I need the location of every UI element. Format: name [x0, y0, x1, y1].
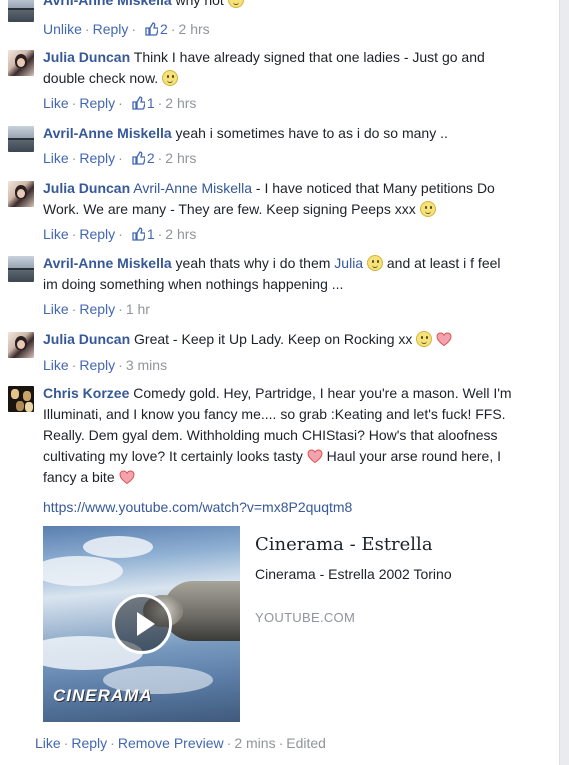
preview-description: Cinerama - Estrella 2002 Torino — [255, 566, 452, 582]
like-count[interactable]: 2 — [160, 21, 168, 37]
author-name[interactable]: Julia Duncan — [43, 49, 130, 65]
like-count[interactable]: 1 — [147, 95, 155, 111]
comment-body: Julia Duncan Avril-Anne Miskella - I hav… — [43, 178, 513, 220]
author-name[interactable]: Avril-Anne Miskella — [43, 0, 172, 8]
avatar[interactable] — [8, 50, 34, 76]
avatar[interactable] — [8, 0, 34, 22]
video-thumbnail[interactable]: CINERAMA — [43, 526, 240, 722]
comment-actions: Like · Reply · 1 · 2 hrs — [43, 95, 197, 111]
avatar[interactable] — [8, 386, 34, 412]
author-name[interactable]: Avril-Anne Miskella — [43, 255, 172, 271]
comment-body: Avril-Anne Miskella yeah thats why i do … — [43, 253, 513, 295]
like-link[interactable]: Like — [43, 95, 69, 111]
reply-link[interactable]: Reply — [71, 735, 107, 751]
like-link[interactable]: Like — [43, 357, 69, 373]
mention-link[interactable]: Julia — [334, 255, 363, 271]
thumbs-up-icon[interactable] — [145, 22, 159, 36]
jet-engine-graphic — [143, 581, 240, 641]
smiley-emoji — [162, 70, 179, 86]
like-link[interactable]: Like — [43, 301, 69, 317]
comment-text: why not — [175, 0, 224, 8]
smiley-emoji — [416, 331, 433, 347]
avatar[interactable] — [8, 126, 34, 152]
like-link[interactable]: Like — [43, 226, 69, 242]
author-name[interactable]: Julia Duncan — [43, 180, 130, 196]
thumbs-up-icon[interactable] — [132, 96, 145, 110]
avatar[interactable] — [8, 256, 34, 282]
shared-link-url[interactable]: https://www.youtube.com/watch?v=mx8P2quq… — [43, 499, 352, 515]
timestamp[interactable]: 3 mins — [126, 357, 167, 373]
preview-title[interactable]: Cinerama - Estrella — [255, 534, 433, 555]
reply-link[interactable]: Reply — [79, 357, 115, 373]
heart-emoji — [118, 470, 135, 485]
reply-link[interactable]: Reply — [79, 226, 115, 242]
reply-link[interactable]: Reply — [93, 21, 129, 37]
timestamp[interactable]: 2 hrs — [165, 150, 196, 166]
comment-actions: Like · Reply · 2 · 2 hrs — [43, 150, 197, 166]
comment-body: Chris Korzee Comedy gold. Hey, Partridge… — [43, 383, 513, 488]
author-name[interactable]: Chris Korzee — [43, 385, 129, 401]
comment-body: Julia Duncan Think I have already signed… — [43, 47, 513, 89]
comment-text: Great - Keep it Up Lady. Keep on Rocking… — [134, 331, 413, 347]
timestamp[interactable]: 2 hrs — [165, 95, 196, 111]
avatar[interactable] — [8, 181, 34, 207]
comment-actions: Like · Reply · 3 mins — [43, 357, 168, 373]
preview-domain: YOUTUBE.COM — [255, 610, 356, 625]
comment-actions: Like · Reply · 1 · 2 hrs — [43, 226, 197, 242]
smiley-emoji — [419, 201, 436, 217]
comment-actions: Unlike · Reply · 2 · 2 hrs — [43, 21, 210, 37]
like-link[interactable]: Like — [43, 150, 69, 166]
heart-emoji — [307, 449, 323, 464]
reply-link[interactable]: Reply — [79, 150, 115, 166]
like-count[interactable]: 1 — [147, 226, 155, 242]
thumbs-up-icon[interactable] — [132, 227, 145, 241]
link-preview-card[interactable]: CINERAMA Cinerama - Estrella Cinerama - … — [43, 526, 548, 722]
author-name[interactable]: Avril-Anne Miskella — [43, 125, 172, 141]
author-name[interactable]: Julia Duncan — [43, 331, 130, 347]
comment-body: Avril-Anne Miskella why not — [43, 0, 513, 11]
comment-text: yeah i sometimes have to as i do so many… — [175, 125, 448, 141]
smiley-emoji — [366, 255, 383, 271]
avatar[interactable] — [8, 332, 34, 358]
comment-body: Julia Duncan Great - Keep it Up Lady. Ke… — [43, 329, 513, 350]
reply-link[interactable]: Reply — [79, 95, 115, 111]
timestamp[interactable]: 2 mins — [234, 735, 275, 751]
timestamp[interactable]: 2 hrs — [165, 226, 196, 242]
edited-label[interactable]: Edited — [286, 735, 326, 751]
comment-body: Avril-Anne Miskella yeah i sometimes hav… — [43, 123, 513, 144]
heart-emoji — [436, 332, 452, 347]
play-icon[interactable] — [112, 594, 172, 654]
like-link[interactable]: Like — [35, 735, 61, 751]
timestamp[interactable]: 2 hrs — [179, 21, 210, 37]
unlike-link[interactable]: Unlike — [43, 21, 82, 37]
timestamp[interactable]: 1 hr — [126, 301, 150, 317]
comment-text: yeah thats why i do them — [175, 255, 331, 271]
comment-actions: Like · Reply · Remove Preview · 2 mins · Edited — [35, 735, 326, 751]
reply-link[interactable]: Reply — [79, 301, 115, 317]
right-scroll-edge — [559, 0, 569, 765]
remove-preview-link[interactable]: Remove Preview — [118, 735, 224, 751]
thumbnail-logo: CINERAMA — [53, 686, 153, 705]
thumbs-up-icon[interactable] — [132, 151, 145, 165]
like-count[interactable]: 2 — [147, 150, 155, 166]
comment-actions: Like · Reply · 1 hr — [43, 301, 150, 317]
mention-link[interactable]: Avril-Anne Miskella — [133, 180, 252, 196]
smiley-emoji — [227, 0, 244, 8]
